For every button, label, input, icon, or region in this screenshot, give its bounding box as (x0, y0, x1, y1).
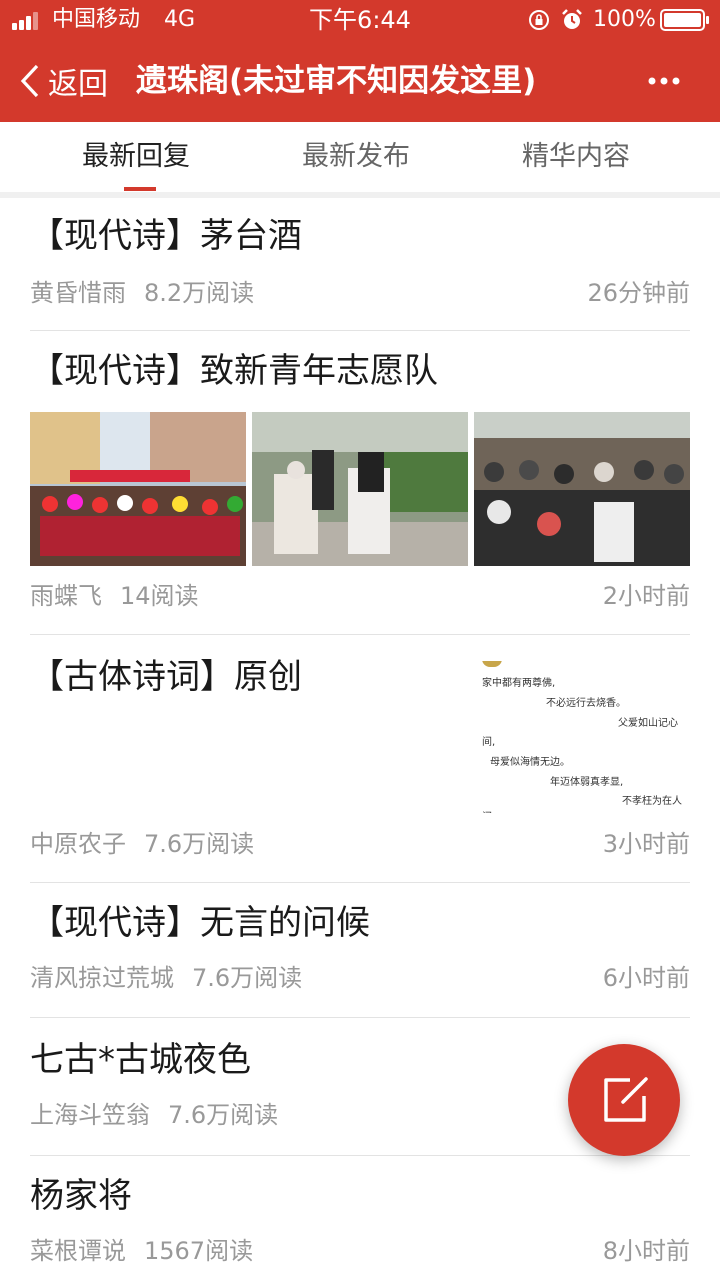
post-meta: 菜根谭说 1567阅读 (30, 1236, 253, 1266)
post-photos (30, 412, 690, 566)
list-item[interactable]: 【现代诗】致新青年志愿队 雨蝶飞 14阅读 2小时前 (30, 331, 690, 635)
back-label: 返回 (48, 67, 108, 102)
post-author: 清风掠过荒城 (30, 964, 174, 992)
post-author: 上海斗笠翁 (30, 1101, 150, 1129)
photo-thumbnail (474, 412, 690, 566)
post-time: 6小时前 (602, 964, 690, 992)
photo-thumbnail (252, 412, 468, 566)
tab-featured[interactable]: 精华内容 (522, 122, 630, 192)
post-reads: 7.6万阅读 (168, 1101, 279, 1129)
list-item[interactable]: 【现代诗】茅台酒 黄昏惜雨 8.2万阅读 26分钟前 (30, 198, 690, 331)
post-title: 七古*古城夜色 (30, 1040, 251, 1080)
post-author: 菜根谭说 (30, 1237, 126, 1265)
compose-icon (604, 1077, 648, 1122)
post-reads: 8.2万阅读 (144, 279, 255, 307)
post-reads: 1567阅读 (144, 1237, 254, 1265)
post-meta: 中原农子 7.6万阅读 (30, 829, 254, 859)
nav-bar: 返回 遗珠阁(未过审不知因发这里) (0, 40, 720, 122)
post-meta: 清风掠过荒城 7.6万阅读 (30, 963, 302, 993)
battery-icon (660, 9, 709, 31)
post-time: 8小时前 (602, 1237, 690, 1265)
post-time: 26分钟前 (587, 279, 690, 307)
post-title: 【古体诗词】原创 (30, 657, 302, 697)
page-title: 遗珠阁(未过审不知因发这里) (136, 63, 537, 99)
post-meta: 雨蝶飞 14阅读 (30, 581, 199, 611)
post-author: 雨蝶飞 (30, 582, 102, 610)
list-item[interactable]: 【现代诗】无言的问候 清风掠过荒城 7.6万阅读 6小时前 (30, 883, 690, 1018)
battery-percent: 100% (593, 7, 656, 32)
image-text-line: 不必远行去烧香。 (546, 698, 626, 709)
photo-thumbnail (30, 412, 246, 566)
post-title: 【现代诗】致新青年志愿队 (30, 351, 438, 391)
post-title: 【现代诗】无言的问候 (30, 903, 370, 943)
image-text-line: 父爱如山记心 (618, 718, 678, 729)
compose-button[interactable] (568, 1044, 680, 1156)
image-text-line: 母爱似海情无边。 (490, 757, 570, 768)
post-time: 2小时前 (602, 582, 690, 610)
more-dots-icon[interactable] (636, 66, 692, 96)
avatar (482, 661, 502, 667)
post-image-thumbnail: 家中都有两尊佛, 不必远行去烧香。 父爱如山记心 间, 母爱似海情无边。 年迈体… (474, 661, 690, 813)
tab-bar: 最新回复 最新发布 精华内容 (0, 122, 720, 192)
image-text-line: 家中都有两尊佛, (482, 678, 556, 689)
alarm-icon (562, 9, 582, 29)
post-meta: 黄昏惜雨 8.2万阅读 (30, 278, 254, 308)
active-tab-indicator (124, 187, 156, 191)
back-button[interactable]: 返回 (20, 40, 108, 122)
list-item[interactable]: 杨家将 菜根谭说 1567阅读 8小时前 (30, 1156, 690, 1280)
post-title: 杨家将 (30, 1176, 132, 1216)
post-title: 【现代诗】茅台酒 (30, 216, 302, 256)
list-item[interactable]: 【古体诗词】原创 家中都有两尊佛, 不必远行去烧香。 父爱如山记心 间, 母爱似… (30, 635, 690, 883)
tab-latest-post[interactable]: 最新发布 (302, 122, 410, 192)
image-text-line: 间, (482, 737, 496, 748)
post-time: 3小时前 (602, 830, 690, 858)
post-reads: 7.6万阅读 (192, 964, 303, 992)
orientation-lock-icon (529, 10, 549, 30)
post-reads: 14阅读 (120, 582, 199, 610)
post-author: 中原农子 (30, 830, 126, 858)
post-meta: 上海斗笠翁 7.6万阅读 (30, 1100, 278, 1130)
image-text-line: 年迈体弱真孝显, (550, 777, 624, 788)
post-author: 黄昏惜雨 (30, 279, 126, 307)
image-text-line: 不孝枉为在人 (622, 796, 682, 807)
image-text-line: 间。 (482, 811, 502, 813)
post-reads: 7.6万阅读 (144, 830, 255, 858)
chevron-left-icon (20, 64, 39, 98)
tab-latest-reply[interactable]: 最新回复 (82, 122, 190, 192)
status-bar: 中国移动 4G 下午6:44 100% (0, 0, 720, 40)
